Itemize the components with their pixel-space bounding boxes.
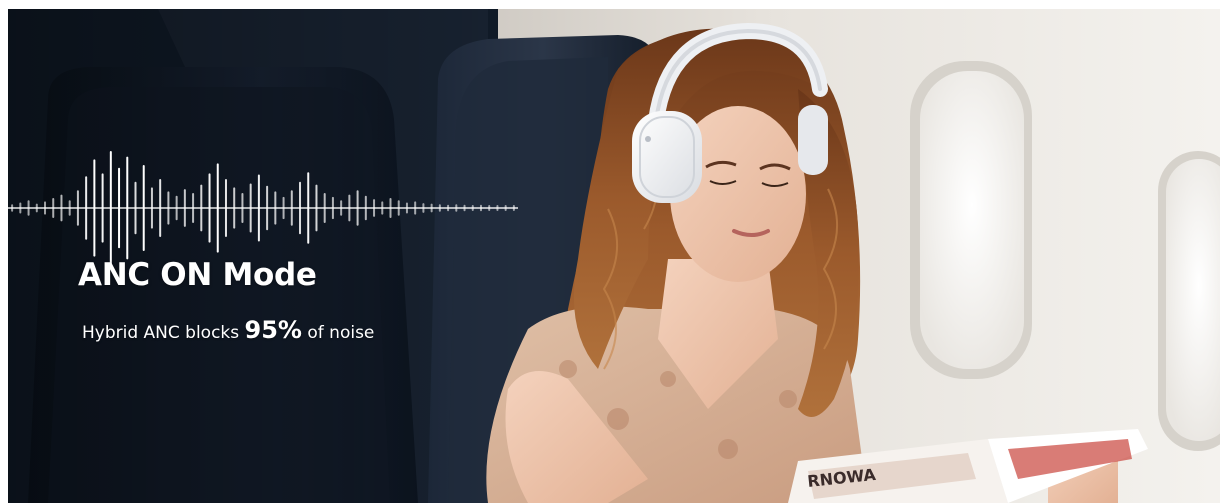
anc-description-prefix: Hybrid ANC blocks	[82, 323, 245, 343]
mode-headline: ANC ON Mode	[78, 257, 317, 293]
anc-description: Hybrid ANC blocks 95% of noise	[82, 316, 374, 344]
product-banner: RNOWA ANC ON Mode Hybrid ANC blocks 95% …	[8, 9, 1220, 503]
anc-description-suffix: of noise	[301, 323, 375, 343]
noise-reduction-percent: 95%	[244, 316, 302, 344]
audio-waveform	[8, 151, 518, 265]
